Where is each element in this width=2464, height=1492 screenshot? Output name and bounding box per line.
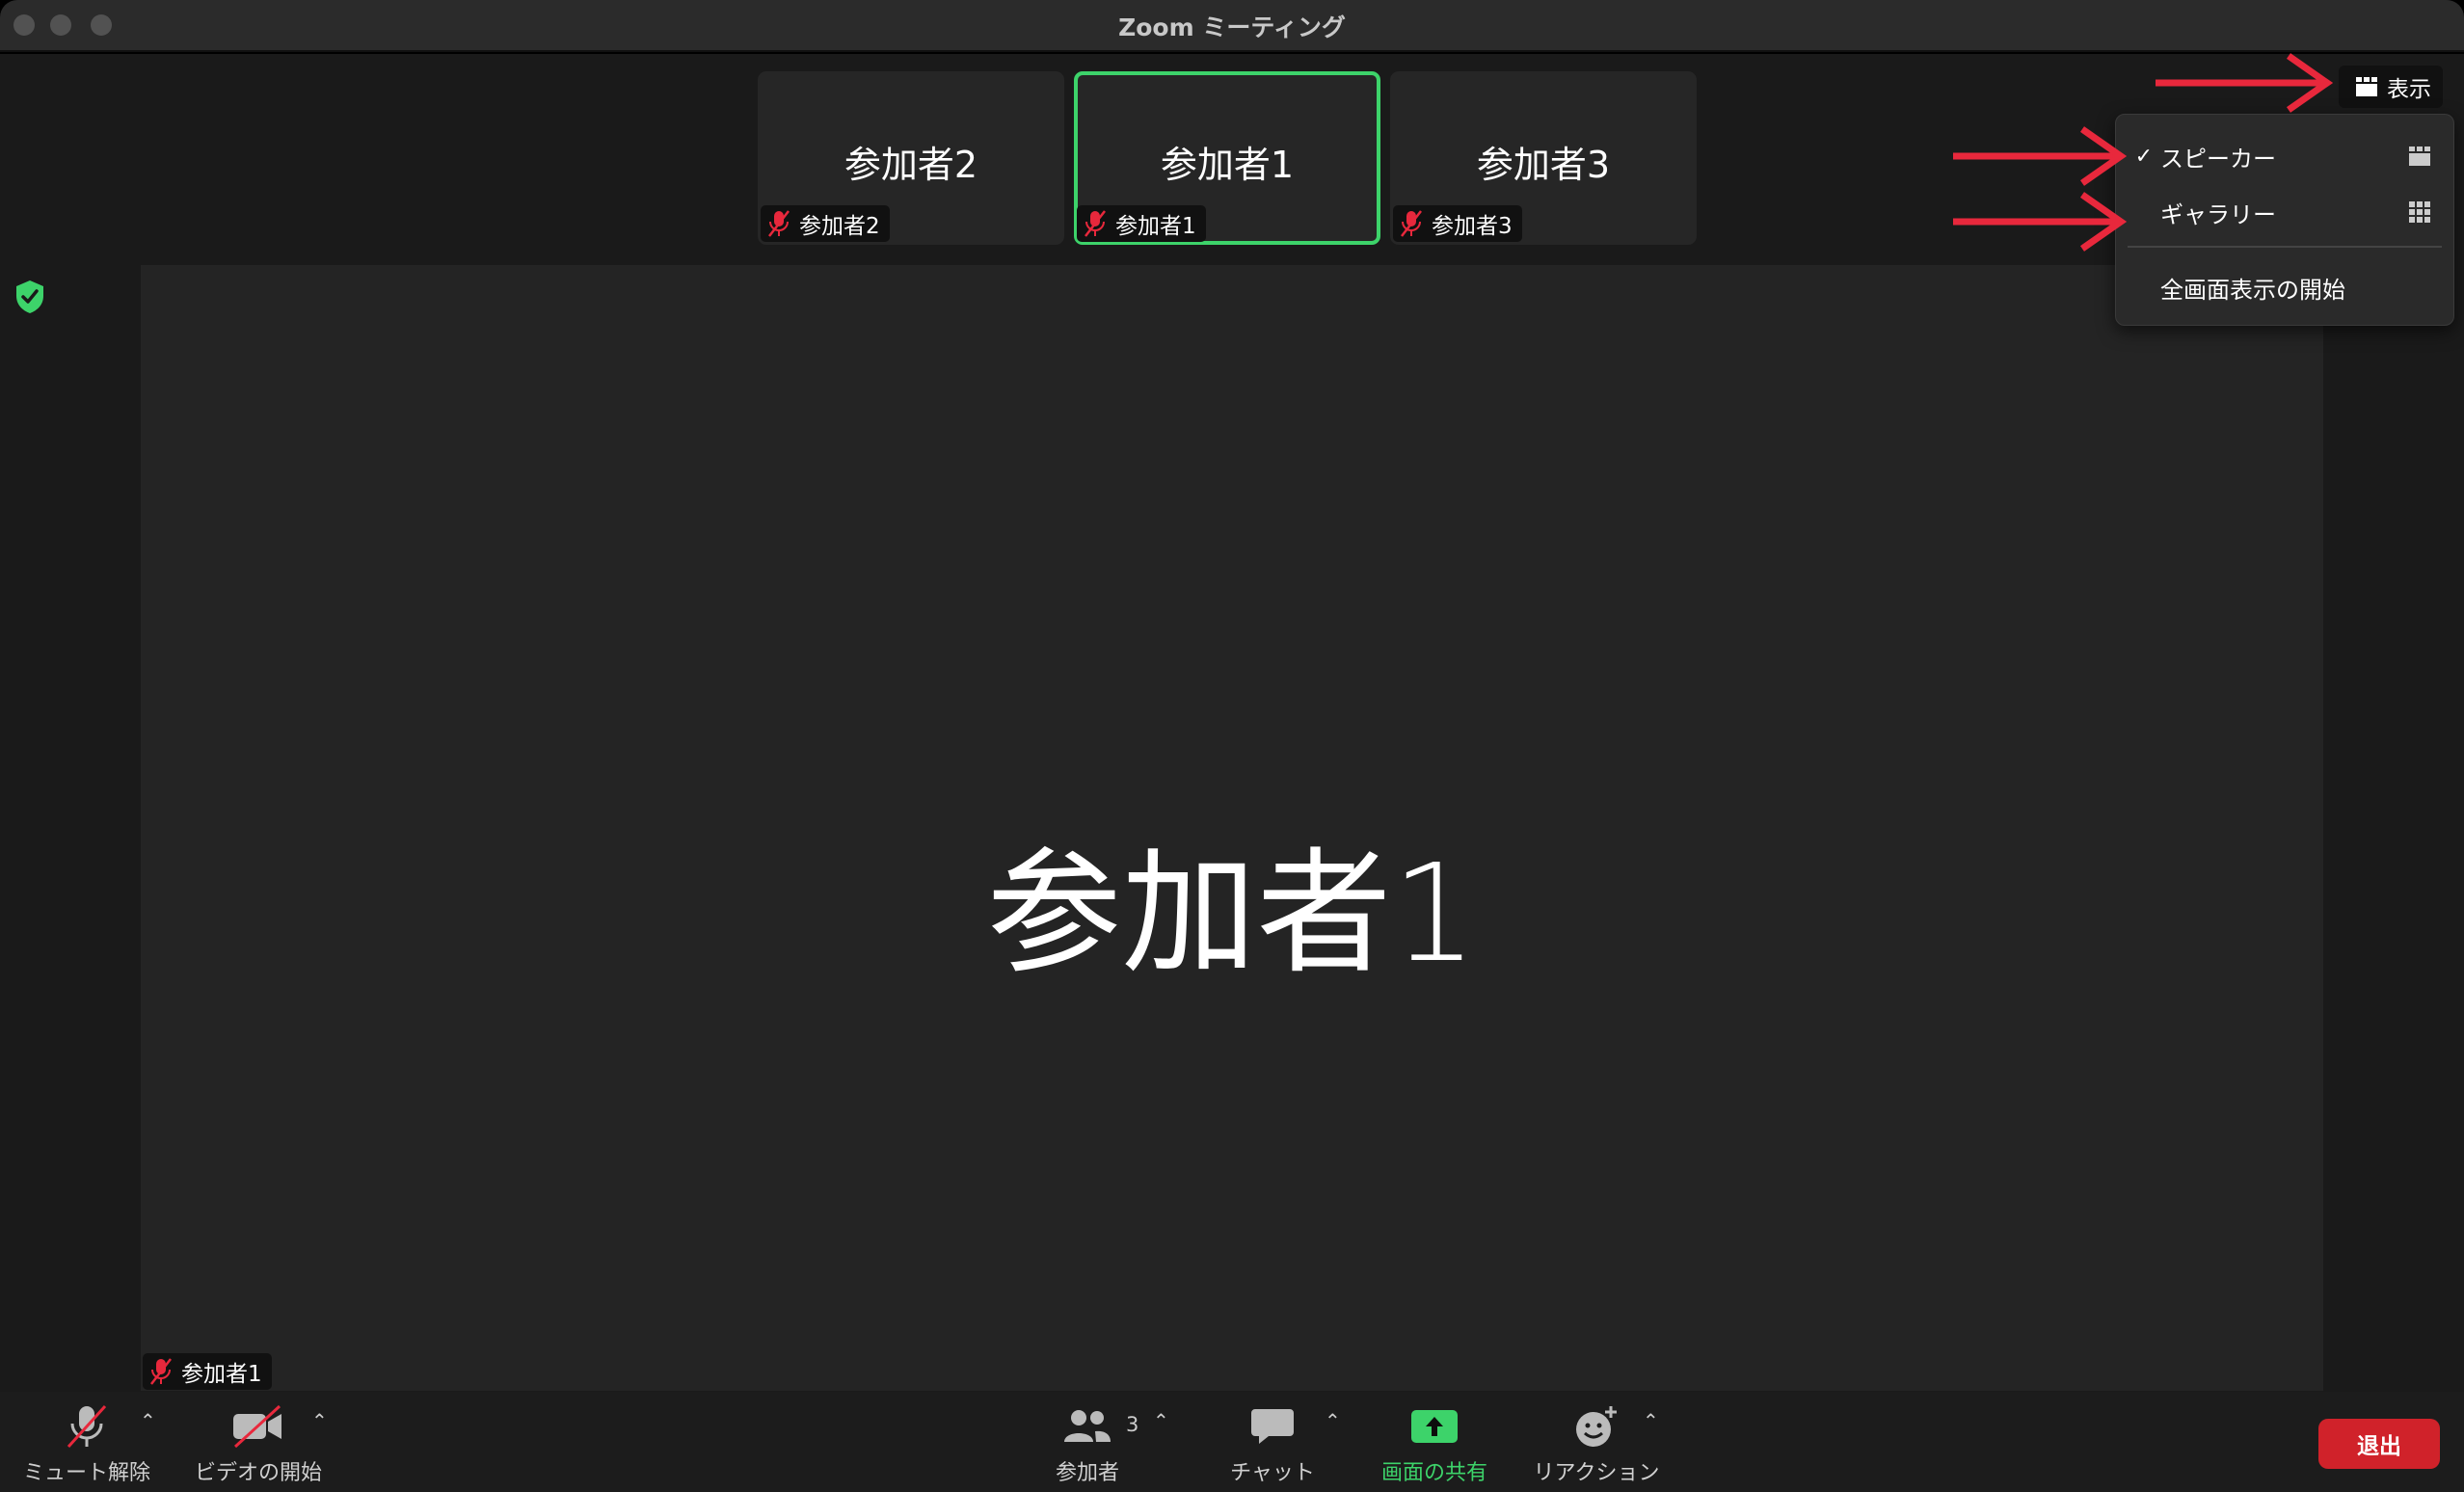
menu-item-fullscreen[interactable]: 全画面表示の開始 bbox=[2116, 263, 2453, 311]
participant-tag: 参加者3 bbox=[1393, 205, 1522, 242]
speaker-layout-icon bbox=[2356, 77, 2377, 96]
participant-name: 参加者2 bbox=[844, 144, 978, 186]
mic-off-icon bbox=[150, 1358, 172, 1385]
video-off-icon bbox=[233, 1404, 281, 1449]
chat-options-caret-icon[interactable]: ⌃ bbox=[1325, 1409, 1341, 1432]
view-menu: ✓ スピーカー ギャラリー 全画面表示の開始 bbox=[2115, 114, 2454, 326]
video-options-caret-icon[interactable]: ⌃ bbox=[311, 1409, 328, 1432]
reactions-label: リアクション bbox=[1533, 1461, 1660, 1485]
menu-item-label: スピーカー bbox=[2160, 145, 2276, 173]
audio-options-caret-icon[interactable]: ⌃ bbox=[140, 1409, 156, 1432]
view-button[interactable]: 表示 bbox=[2339, 66, 2443, 108]
participant-tag-label: 参加者2 bbox=[799, 214, 880, 239]
speaker-layout-icon bbox=[2409, 147, 2430, 166]
window-titlebar: Zoom ミーティング bbox=[0, 0, 2464, 52]
window-title: Zoom ミーティング bbox=[1118, 13, 1346, 41]
chat-label: チャット bbox=[1230, 1461, 1315, 1485]
reactions-options-caret-icon[interactable]: ⌃ bbox=[1643, 1409, 1659, 1432]
active-speaker-name: 参加者1 bbox=[986, 836, 1478, 993]
participant-tile-1[interactable]: 参加者1 参加者1 bbox=[1074, 71, 1380, 245]
unmute-button[interactable]: ミュート解除 bbox=[21, 1401, 152, 1486]
mic-off-icon bbox=[768, 210, 790, 237]
participants-icon bbox=[1064, 1410, 1111, 1442]
participant-tile-3[interactable]: 参加者3 参加者3 bbox=[1390, 71, 1697, 245]
participant-tag-label: 参加者1 bbox=[1115, 214, 1196, 239]
participants-label: 参加者 bbox=[1055, 1461, 1119, 1485]
annotation-arrow-icon bbox=[1953, 126, 2127, 186]
view-button-label: 表示 bbox=[2387, 77, 2431, 102]
participant-name: 参加者3 bbox=[1476, 144, 1611, 186]
reaction-emoji-icon bbox=[1576, 1406, 1617, 1447]
mic-off-icon bbox=[1401, 210, 1422, 237]
active-speaker-tag-label: 参加者1 bbox=[181, 1362, 262, 1387]
share-screen-icon bbox=[1411, 1410, 1458, 1443]
participant-tile-2[interactable]: 参加者2 参加者2 bbox=[758, 71, 1064, 245]
participants-button[interactable]: 3 参加者 bbox=[1053, 1401, 1138, 1486]
meeting-toolbar: ミュート解除 ⌃ ビデオの開始 ⌃ 3 参加者 ⌃ チャット ⌃ 画面の共有 リ… bbox=[0, 1392, 2464, 1492]
participant-tag: 参加者2 bbox=[761, 205, 890, 242]
start-video-label: ビデオの開始 bbox=[194, 1461, 322, 1485]
participants-options-caret-icon[interactable]: ⌃ bbox=[1153, 1409, 1169, 1432]
menu-divider bbox=[2128, 246, 2442, 248]
annotation-arrow-icon bbox=[2156, 53, 2333, 113]
chat-bubble-icon bbox=[1251, 1409, 1294, 1444]
share-screen-label: 画面の共有 bbox=[1380, 1461, 1487, 1485]
participant-name: 参加者1 bbox=[1160, 144, 1295, 186]
gallery-grid-icon bbox=[2409, 201, 2430, 223]
mic-off-icon bbox=[1085, 210, 1106, 237]
security-shield-icon[interactable] bbox=[13, 279, 46, 315]
leave-button[interactable]: 退出 bbox=[2318, 1419, 2440, 1469]
start-video-button[interactable]: ビデオの開始 bbox=[191, 1401, 326, 1486]
active-speaker-tag: 参加者1 bbox=[143, 1353, 272, 1390]
menu-item-speaker[interactable]: ✓ スピーカー bbox=[2116, 132, 2453, 180]
share-screen-button[interactable]: 画面の共有 bbox=[1377, 1401, 1492, 1486]
unmute-label: ミュート解除 bbox=[22, 1461, 150, 1485]
annotation-arrow-icon bbox=[1953, 192, 2127, 252]
active-speaker-video: 参加者1 bbox=[141, 265, 2323, 1391]
participants-count: 3 bbox=[1126, 1413, 1139, 1436]
participant-tag-label: 参加者3 bbox=[1432, 214, 1513, 239]
menu-item-label: 全画面表示の開始 bbox=[2160, 276, 2345, 304]
menu-item-gallery[interactable]: ギャラリー bbox=[2116, 188, 2453, 236]
chat-button[interactable]: チャット bbox=[1224, 1401, 1321, 1486]
participant-tag: 参加者1 bbox=[1077, 205, 1206, 242]
mic-muted-icon bbox=[67, 1404, 107, 1449]
menu-item-label: ギャラリー bbox=[2160, 200, 2276, 228]
